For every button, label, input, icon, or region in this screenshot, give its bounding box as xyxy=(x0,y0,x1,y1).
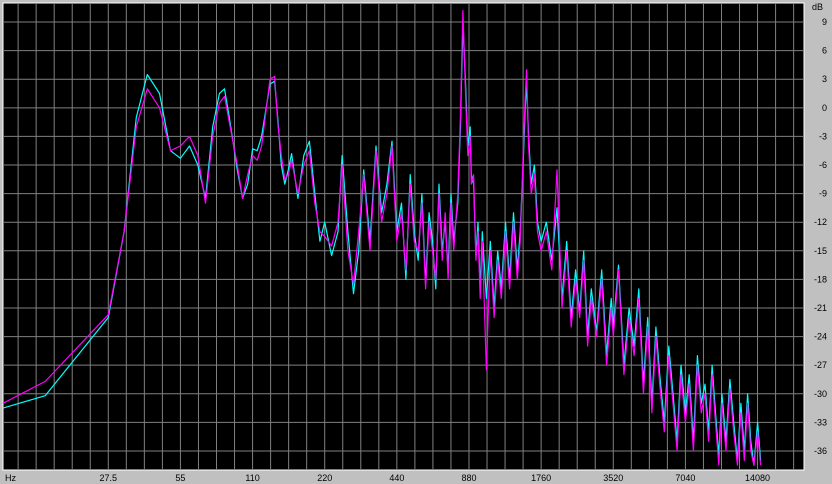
y-tick-label: -36 xyxy=(814,446,827,456)
y-tick-label: -30 xyxy=(814,389,827,399)
y-tick-label: 9 xyxy=(822,17,827,27)
y-unit-label: dB xyxy=(812,2,823,12)
x-tick-label: 110 xyxy=(245,473,259,483)
x-tick-label: 880 xyxy=(461,473,476,483)
y-tick-label: -9 xyxy=(819,189,827,199)
x-unit-label: Hz xyxy=(5,473,16,483)
x-tick-label: 14080 xyxy=(745,473,770,483)
x-tick-label: 3520 xyxy=(603,473,623,483)
x-tick-label: 27.5 xyxy=(100,473,118,483)
y-tick-label: 3 xyxy=(822,74,827,84)
y-tick-label: -33 xyxy=(814,417,827,427)
y-tick-label: -24 xyxy=(814,332,827,342)
x-tick-label: 1760 xyxy=(531,473,551,483)
spectrum-view: dB 9 6 3 0 -3 -6 -9 -12 -15 -18 -21 -24 -27 -30 -33 -36… xyxy=(0,0,832,484)
y-tick-label: -12 xyxy=(814,217,827,227)
x-tick-label: 440 xyxy=(389,473,404,483)
x-tick-label: 220 xyxy=(317,473,332,483)
y-tick-label: -18 xyxy=(814,274,827,284)
x-tick-label: 7040 xyxy=(675,473,695,483)
y-tick-label: -27 xyxy=(814,360,827,370)
y-tick-label: -3 xyxy=(819,131,827,141)
y-tick-label: -6 xyxy=(819,160,827,170)
x-tick-label: 55 xyxy=(175,473,185,483)
y-tick-label: 0 xyxy=(822,103,827,113)
y-tick-label: 6 xyxy=(822,46,827,56)
y-tick-label: -15 xyxy=(814,246,827,256)
y-tick-label: -21 xyxy=(814,303,827,313)
